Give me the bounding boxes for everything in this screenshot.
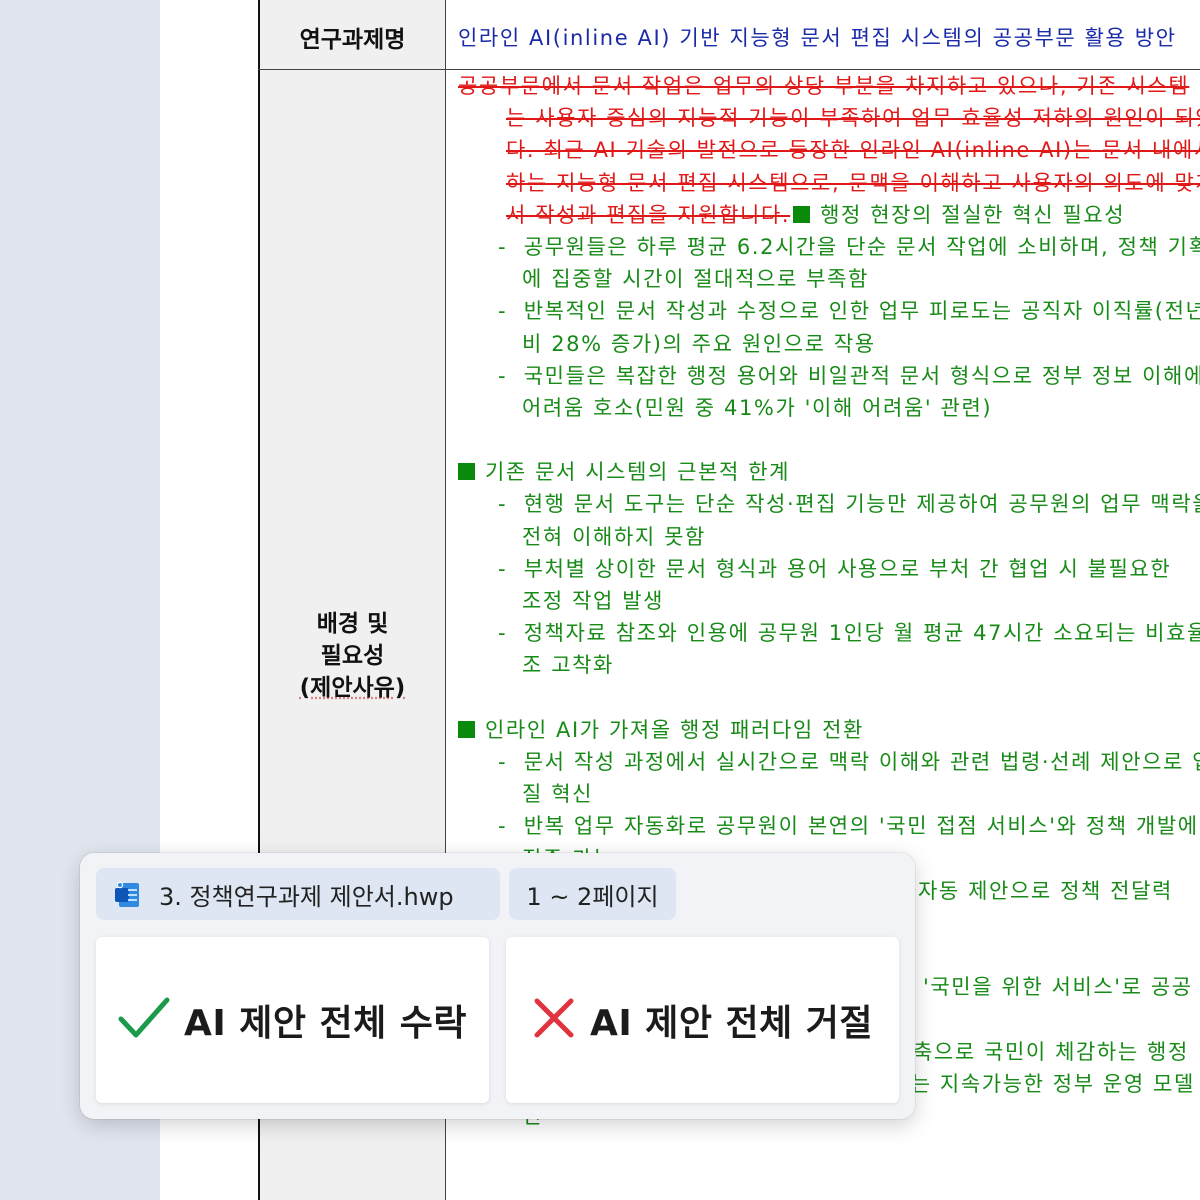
bullet-item-cont: 비 28% 증가)의 주요 원인으로 작용 bbox=[522, 331, 876, 356]
bullet-item-cont: 조정 작업 발생 bbox=[522, 589, 665, 613]
bullet-item-cont: 에 집중할 시간이 절대적으로 부족함 bbox=[522, 267, 869, 292]
inserted-heading: 행정 현장의 절실한 혁신 필요성 bbox=[820, 202, 1126, 227]
page-range-chip[interactable]: 1 ~ 2페이지 bbox=[509, 868, 676, 920]
bullet-item-cont: 조 고착화 bbox=[522, 653, 614, 678]
green-square-bullet-icon bbox=[793, 205, 811, 223]
bullet-item: - 부처별 상이한 문서 형식과 용어 사용으로 부처 간 협업 시 불필요한 bbox=[498, 556, 1172, 581]
green-square-bullet-icon bbox=[458, 463, 475, 481]
bullet-item: - 반복적인 문서 작성과 수정으로 인한 업무 피로도는 공직자 이직률(전년 bbox=[498, 299, 1200, 324]
section-label-text: (제안사유) bbox=[299, 675, 406, 701]
dash-bullet: - bbox=[498, 749, 524, 774]
bullet-item: - 반복 업무 자동화로 공무원이 본연의 '국민 접점 서비스'와 정책 개발… bbox=[498, 814, 1199, 839]
section-label-line-1: 배경 및 bbox=[316, 611, 389, 637]
ai-suggestion-popup: 3. 정책연구과제 제안서.hwp 1 ~ 2페이지 AI 제안 전체 수락 A… bbox=[80, 853, 915, 1119]
title-label: 연구과제명 bbox=[299, 27, 406, 53]
accept-all-button[interactable]: AI 제안 전체 수락 bbox=[96, 937, 489, 1103]
bullet-item: - 정책자료 참조와 인용에 공무원 1인당 월 평균 47시간 소요되는 비효… bbox=[498, 621, 1200, 646]
section-label-line-3: (제안사유) bbox=[260, 668, 445, 702]
dash-bullet: - bbox=[498, 556, 524, 581]
section-heading: 인라인 AI가 가져올 행정 패러다임 전환 bbox=[458, 714, 1200, 746]
section-label-line-2: 필요성 bbox=[320, 643, 385, 669]
deleted-line: 공공부문에서 문서 작업은 업무의 상당 부분을 차지하고 있으나, 기존 시스… bbox=[458, 74, 1190, 98]
file-chip[interactable]: 3. 정책연구과제 제안서.hwp bbox=[96, 868, 500, 920]
green-square-bullet-icon bbox=[458, 720, 475, 738]
deleted-line: 는 사용자 중심의 지능적 기능이 부족하여 업무 효율성 저하의 원인이 되었… bbox=[506, 106, 1200, 131]
deleted-line: 하는 지능형 문서 편집 시스템으로, 문맥을 이해하고 사용자의 의도에 맞게… bbox=[506, 170, 1200, 195]
bullet-item: - 공무원들은 하루 평균 6.2시간을 단순 문서 작업에 소비하며, 정책 … bbox=[498, 234, 1200, 259]
bullet-item-cont: 전혀 이해하지 못함 bbox=[522, 524, 706, 549]
x-icon bbox=[532, 996, 576, 1044]
title-label-cell: 연구과제명 bbox=[260, 0, 445, 69]
bullet-item-cont: 어려움 호소(민원 중 41%가 '이해 어려움' 관련) bbox=[522, 395, 993, 420]
dash-bullet: - bbox=[498, 814, 524, 839]
accept-all-label: AI 제안 전체 수락 bbox=[183, 1003, 468, 1044]
reject-all-label: AI 제안 전체 거절 bbox=[589, 1003, 874, 1044]
page-range: 1 ~ 2페이지 bbox=[526, 882, 659, 911]
deleted-line: 다. 최근 AI 기술의 발전으로 등장한 인라인 AI(inline AI)는… bbox=[506, 138, 1200, 163]
bullet-item: - 문서 작성 과정에서 실시간으로 맥락 이해와 관련 법령·선례 제안으로 … bbox=[498, 749, 1200, 774]
file-name: 3. 정책연구과제 제안서.hwp bbox=[159, 882, 454, 911]
bullet-item: - 국민들은 복잡한 행정 용어와 비일관적 문서 형식으로 정부 정보 이해에 bbox=[498, 363, 1200, 388]
research-title[interactable]: 인라인 AI(inline AI) 기반 지능형 문서 편집 시스템의 공공부문… bbox=[458, 22, 1177, 52]
bullet-item: - 현행 문서 도구는 단순 작성·편집 기능만 제공하여 공무원의 업무 맥락… bbox=[498, 492, 1200, 517]
deleted-fragment: 서 작성과 편집을 지원합니다. bbox=[506, 202, 791, 227]
checkmark-icon bbox=[118, 994, 170, 1046]
dash-bullet: - bbox=[498, 363, 524, 388]
reject-all-button[interactable]: AI 제안 전체 거절 bbox=[506, 937, 899, 1103]
section-heading: 기존 문서 시스템의 근본적 한계 bbox=[458, 456, 1200, 488]
mixed-line: 서 작성과 편집을 지원합니다. 행정 현장의 절실한 혁신 필요성 bbox=[458, 199, 1200, 231]
dash-bullet: - bbox=[498, 234, 524, 259]
dash-bullet: - bbox=[498, 492, 524, 517]
dash-bullet: - bbox=[498, 299, 524, 324]
hwp-file-icon bbox=[113, 879, 143, 909]
dash-bullet: - bbox=[498, 621, 524, 646]
bullet-item-cont: 질 혁신 bbox=[522, 782, 594, 807]
